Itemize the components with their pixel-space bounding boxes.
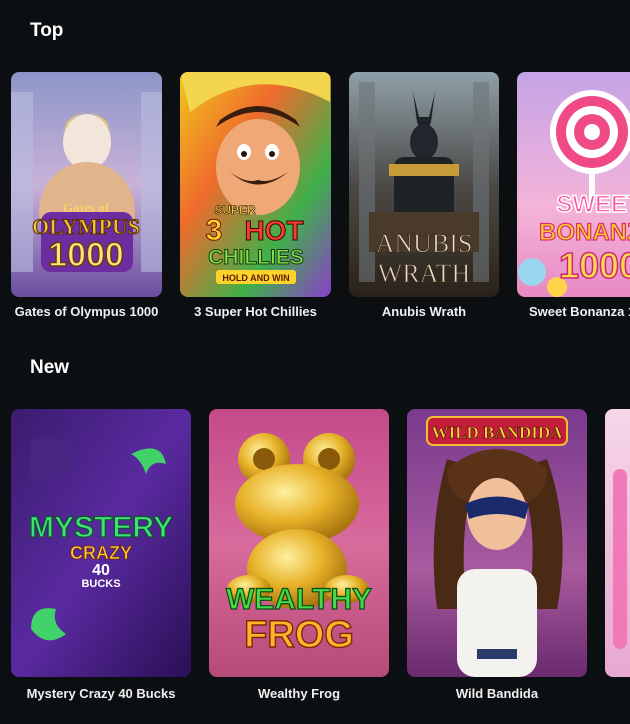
game-thumbnail[interactable]: SWEET BONANZA 1000 <box>517 72 630 297</box>
logo-text-line: 1000 <box>559 245 630 286</box>
logo-text-line: WRATH <box>378 259 471 288</box>
game-name[interactable]: Gates of Olympus 1000 <box>11 304 162 319</box>
game-thumbnail[interactable]: SUPER 3 HOT CHILLIES HOLD AND WIN <box>180 72 331 297</box>
game-thumbnail[interactable]: WILD BANDIDA <box>407 409 587 677</box>
game-thumbnail[interactable]: Gates of OLYMPUS 1000 <box>11 72 162 297</box>
sweet-bonanza-logo: SWEET BONANZA 1000 <box>538 190 630 287</box>
3-super-hot-chillies-logo: SUPER 3 HOT CHILLIES HOLD AND WIN <box>205 203 304 284</box>
game-name[interactable]: Wild Bandida <box>407 686 587 701</box>
logo-text-line: FROG <box>244 614 354 656</box>
logo-text-line: MYSTERY <box>29 511 173 544</box>
game-name[interactable]: Mystery Crazy 40 Bucks <box>11 686 191 701</box>
game-card-wild-bandida[interactable]: WILD BANDIDA Wild Bandida <box>407 409 587 709</box>
partial-game-art <box>605 409 630 677</box>
logo-text-line: ANUBIS <box>376 229 473 258</box>
game-card-sweet-bonanza[interactable]: SWEET BONANZA 1000 Sweet Bonanza 1 <box>517 72 630 332</box>
logo-text-line: 1000 <box>48 236 124 274</box>
game-thumbnail[interactable]: ANUBIS WRATH <box>349 72 499 297</box>
logo-text-line: BUCKS <box>81 578 120 590</box>
game-card-mystery-crazy-40-bucks[interactable]: MYSTERY CRAZY 40 BUCKS Mystery Crazy 40 … <box>11 409 191 709</box>
game-card-wealthy-frog[interactable]: WEALTHY FROG Wealthy Frog <box>209 409 389 709</box>
logo-text-line: SWEET <box>556 191 630 218</box>
game-card-gates-of-olympus[interactable]: Gates of OLYMPUS 1000 Gates of Olympus 1… <box>11 72 162 332</box>
logo-text-line: WEALTHY <box>226 583 372 616</box>
logo-text-line: Gates of <box>63 200 110 215</box>
game-name[interactable]: Sweet Bonanza 1 <box>529 304 630 319</box>
section-title-top: Top <box>30 20 64 41</box>
logo-text-line: WILD BANDIDA <box>432 423 564 442</box>
game-name[interactable]: Wealthy Frog <box>209 686 389 701</box>
logo-text-line: CRAZY <box>70 543 132 563</box>
game-card-partial[interactable] <box>605 409 630 709</box>
wild-bandida-logo: WILD BANDIDA <box>426 416 568 446</box>
game-thumbnail[interactable] <box>605 409 630 677</box>
top-games-row: Gates of OLYMPUS 1000 Gates of Olympus 1… <box>0 72 630 332</box>
game-name[interactable]: 3 Super Hot Chillies <box>180 304 331 319</box>
anubis-wrath-logo: ANUBIS WRATH <box>375 229 473 289</box>
mystery-crazy-40-bucks-logo: MYSTERY CRAZY 40 BUCKS <box>28 510 173 590</box>
game-name[interactable]: Anubis Wrath <box>349 304 499 319</box>
new-games-row: MYSTERY CRAZY 40 BUCKS Mystery Crazy 40 … <box>0 409 630 709</box>
section-title-new: New <box>30 357 70 378</box>
game-thumbnail[interactable]: MYSTERY CRAZY 40 BUCKS <box>11 409 191 677</box>
wealthy-frog-logo: WEALTHY FROG <box>225 582 372 656</box>
logo-text-line: 40 <box>92 562 110 579</box>
logo-text-line: 3 <box>206 214 223 247</box>
logo-text-line: HOLD AND WIN <box>222 273 289 283</box>
logo-text-line: BONANZA <box>539 219 630 246</box>
game-card-3-super-hot-chillies[interactable]: SUPER 3 HOT CHILLIES HOLD AND WIN 3 Supe… <box>180 72 331 332</box>
gates-of-olympus-logo: Gates of OLYMPUS 1000 <box>32 200 141 275</box>
game-thumbnail[interactable]: WEALTHY FROG <box>209 409 389 677</box>
logo-text-line: HOT <box>244 215 303 246</box>
logo-text-line: CHILLIES <box>208 246 304 269</box>
game-card-anubis-wrath[interactable]: ANUBIS WRATH Anubis Wrath <box>349 72 499 332</box>
